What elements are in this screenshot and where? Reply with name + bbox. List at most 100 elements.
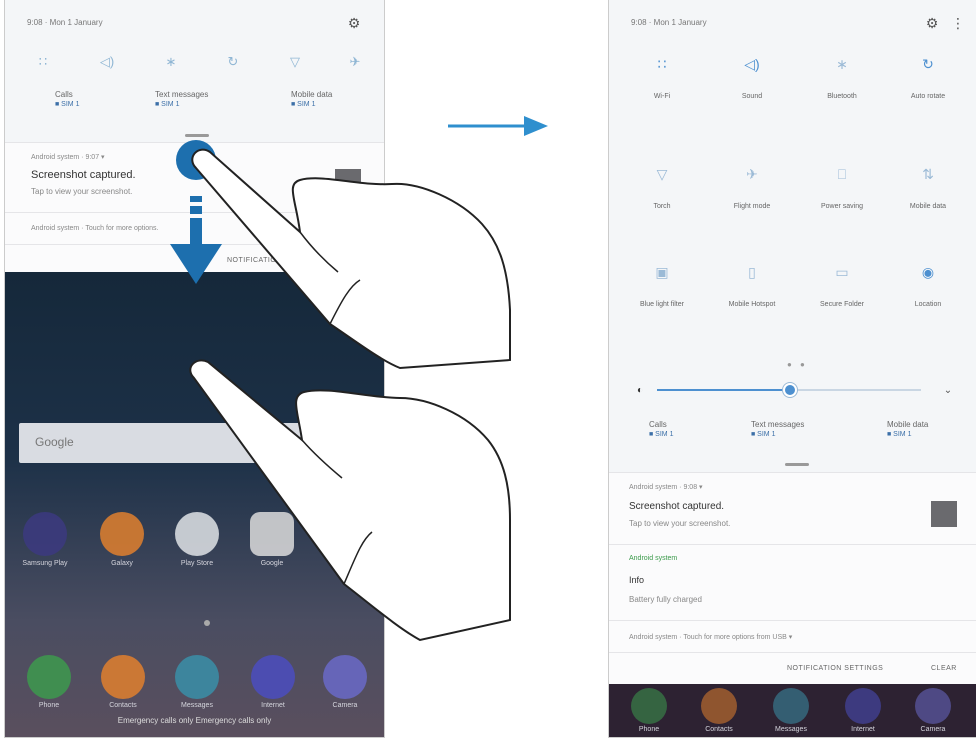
notification-settings-button[interactable]: NOTIFICATION SETTINGS bbox=[227, 257, 323, 264]
quick-tile-label: Mobile Hotspot bbox=[728, 301, 776, 308]
transition-arrow-icon bbox=[448, 116, 548, 136]
app-galaxy-icon[interactable] bbox=[100, 512, 144, 556]
dock-camera-icon bbox=[915, 688, 951, 724]
sim-text-messages[interactable]: Text messages ■ SIM 1 bbox=[751, 420, 804, 438]
quick-tile-power-saving[interactable]: ⎕ Power saving bbox=[807, 164, 877, 211]
dock-contacts-icon[interactable] bbox=[101, 655, 145, 699]
dock-label: Contacts bbox=[109, 702, 137, 709]
right-phone-screen: 9:08 · Mon 1 January ⚙ ⋮ ∷ Wi-Fi ◁) Sound ∗ B… bbox=[608, 0, 976, 738]
dock-label: Internet bbox=[261, 702, 285, 709]
notification-panel: 9:08 · Mon 1 January ⚙ ∷ ◁) ∗ ↻ ▽ ✈ Call… bbox=[5, 0, 384, 272]
flight-mode-icon: ✈ bbox=[746, 166, 758, 182]
blue-light-filter-icon: ▣ bbox=[655, 264, 669, 280]
screenshot-thumbnail[interactable] bbox=[335, 169, 361, 195]
dock-label: Internet bbox=[851, 726, 875, 733]
google-search-bar[interactable]: Google bbox=[19, 423, 374, 463]
app-google-folder-icon[interactable] bbox=[250, 512, 294, 556]
notification-text: Tap to view your screenshot. bbox=[31, 187, 133, 196]
quick-tile-secure-folder[interactable]: ▭ Secure Folder bbox=[807, 262, 877, 309]
dock-label: Phone bbox=[38, 702, 60, 709]
dock-label: Messages bbox=[181, 702, 213, 709]
quick-tile-label: Torch bbox=[653, 203, 671, 210]
wifi-icon: ∷ bbox=[657, 56, 667, 72]
location-icon: ◉ bbox=[921, 264, 935, 280]
mobile-hotspot-icon: ▯ bbox=[748, 264, 756, 280]
mobile-data-icon: ⇅ bbox=[922, 166, 934, 182]
dock-internet-icon bbox=[845, 688, 881, 724]
quick-tile-label: Auto rotate bbox=[910, 93, 946, 100]
dock-label: Messages bbox=[775, 726, 807, 733]
notification-footer: NOTIFICATION SETTINGS bbox=[5, 244, 384, 272]
quick-tile-location[interactable]: ◉ Location bbox=[893, 262, 963, 309]
quick-tile-auto-rotate[interactable]: ↻ Auto rotate bbox=[893, 54, 963, 101]
quick-tile-label: Location bbox=[914, 301, 942, 308]
brightness-slider-thumb[interactable] bbox=[783, 383, 797, 397]
quick-tile-bluetooth[interactable]: ∗ Bluetooth bbox=[807, 54, 877, 101]
battery-notification[interactable]: Android system Info Battery fully charge… bbox=[609, 544, 976, 620]
app-play-store-icon[interactable] bbox=[175, 512, 219, 556]
quick-tile-flight-mode[interactable]: ✈ Flight mode bbox=[717, 164, 787, 211]
bluetooth-icon[interactable]: ∗ bbox=[161, 54, 181, 70]
screenshot-thumbnail[interactable] bbox=[931, 501, 957, 527]
settings-gear-icon[interactable]: ⚙ bbox=[925, 16, 939, 30]
app-label: Google bbox=[260, 560, 284, 567]
torch-icon: ▽ bbox=[656, 166, 668, 182]
quick-tile-mobile-data[interactable]: ⇅ Mobile data bbox=[893, 164, 963, 211]
dock-internet-icon[interactable] bbox=[251, 655, 295, 699]
more-options-icon[interactable]: ⋮ bbox=[951, 16, 965, 30]
quick-tile-blue-light-filter[interactable]: ▣ Blue light filter bbox=[627, 262, 697, 309]
system-notification[interactable]: Android system · Touch for more options. bbox=[5, 212, 384, 244]
app-samsung-play-icon[interactable] bbox=[23, 512, 67, 556]
page-indicator bbox=[204, 620, 210, 626]
sound-icon: ◁) bbox=[744, 56, 760, 72]
flight-mode-icon[interactable]: ✈ bbox=[345, 54, 365, 70]
auto-rotate-icon: ↻ bbox=[922, 56, 934, 72]
quick-tile-label: Power saving bbox=[820, 203, 864, 210]
dock-messages-icon[interactable] bbox=[175, 655, 219, 699]
sim-calls[interactable]: Calls ■ SIM 1 bbox=[649, 420, 673, 438]
quick-tile-wi-fi[interactable]: ∷ Wi-Fi bbox=[627, 54, 697, 101]
quick-tile-label: Mobile data bbox=[909, 203, 947, 210]
power-saving-icon: ⎕ bbox=[837, 166, 847, 182]
page-dots: ● ● bbox=[787, 360, 808, 369]
quick-tile-label: Blue light filter bbox=[640, 301, 684, 308]
quick-tile-mobile-hotspot[interactable]: ▯ Mobile Hotspot bbox=[717, 262, 787, 309]
screenshot-notification[interactable]: Android system · 9:08 ▾ Screenshot captu… bbox=[609, 472, 976, 544]
sim-mobile-data[interactable]: Mobile data ■ SIM 1 bbox=[291, 90, 332, 108]
screenshot-notification[interactable]: Android system · 9:07 ▾ Screenshot captu… bbox=[5, 142, 384, 212]
dock-label: Camera bbox=[332, 702, 358, 709]
dock-label: Phone bbox=[638, 726, 660, 733]
quick-tile-label: Sound bbox=[741, 93, 763, 100]
quick-tile-label: Bluetooth bbox=[827, 93, 857, 100]
torch-icon[interactable]: ▽ bbox=[285, 54, 305, 70]
panel-handle[interactable] bbox=[785, 463, 809, 466]
usb-notification-text: Android system · Touch for more options … bbox=[629, 634, 793, 641]
auto-rotate-icon[interactable]: ↻ bbox=[223, 54, 243, 70]
quick-tile-sound[interactable]: ◁) Sound bbox=[717, 54, 787, 101]
panel-handle[interactable] bbox=[185, 134, 209, 137]
notification-title: Screenshot captured. bbox=[629, 501, 725, 512]
status-date: 9:08 · Mon 1 January bbox=[27, 18, 103, 27]
sim-text-messages[interactable]: Text messages ■ SIM 1 bbox=[155, 90, 208, 108]
app-folder-icon[interactable] bbox=[323, 512, 367, 556]
notification-settings-button[interactable]: NOTIFICATION SETTINGS bbox=[787, 665, 883, 672]
app-label: Samsung Play bbox=[22, 560, 68, 567]
brightness-icon: ◐ bbox=[636, 385, 644, 396]
sim-mobile-data[interactable]: Mobile data ■ SIM 1 bbox=[887, 420, 928, 438]
quick-tile-torch[interactable]: ▽ Torch bbox=[627, 164, 697, 211]
quick-tile-label: Wi-Fi bbox=[653, 93, 671, 100]
settings-gear-icon[interactable]: ⚙ bbox=[347, 16, 361, 30]
notification-text: Battery fully charged bbox=[629, 595, 702, 604]
clear-button[interactable]: CLEAR bbox=[931, 665, 957, 672]
status-date: 9:08 · Mon 1 January bbox=[631, 18, 707, 27]
chevron-down-icon[interactable]: ⌄ bbox=[941, 384, 955, 398]
notification-text: Tap to view your screenshot. bbox=[629, 519, 731, 528]
dock-camera-icon[interactable] bbox=[323, 655, 367, 699]
left-phone-screen: Google Samsung Play Galaxy Play Store Go… bbox=[4, 0, 385, 738]
usb-notification[interactable]: Android system · Touch for more options … bbox=[609, 620, 976, 652]
wifi-icon[interactable]: ∷ bbox=[33, 54, 53, 70]
dock-contacts-icon bbox=[701, 688, 737, 724]
sound-icon[interactable]: ◁) bbox=[97, 54, 117, 70]
sim-calls[interactable]: Calls ■ SIM 1 bbox=[55, 90, 79, 108]
dock-phone-icon[interactable] bbox=[27, 655, 71, 699]
